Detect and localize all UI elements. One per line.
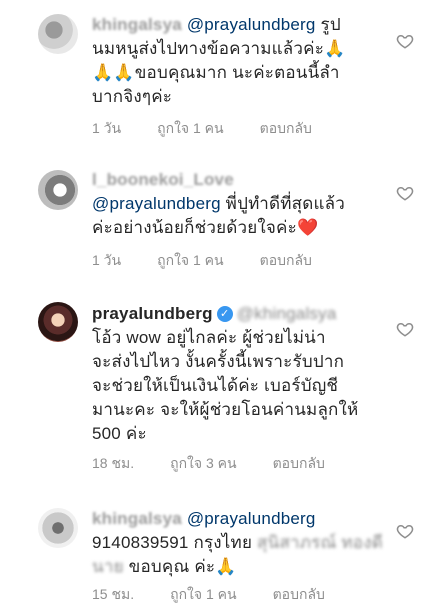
reply-button[interactable]: ตอบกลับ <box>260 118 312 140</box>
avatar[interactable] <box>38 302 78 342</box>
reply-button[interactable]: ตอบกลับ <box>273 584 325 606</box>
comment-likes[interactable]: ถูกใจ 1 คน <box>170 584 237 606</box>
comment-meta: 1 วัน ถูกใจ 1 คน ตอบกลับ <box>92 118 312 140</box>
comment-text-line: มานะคะ จะให้ผู้ช่วยโอนค่านมลูกให้ <box>92 400 359 419</box>
comment-text-line: จะช่วยให้เป็นเงินได้ค่ะ เบอร์บัญชี <box>92 376 339 395</box>
verified-badge-icon: ✓ <box>216 305 233 322</box>
comment-time: 15 ชม. <box>92 586 135 602</box>
comment-text: l_boonekoi_Love @prayalundberg พี่ปูทำดี… <box>92 168 392 240</box>
reply-button[interactable]: ตอบกลับ <box>260 250 312 272</box>
avatar[interactable] <box>38 14 78 54</box>
comment-mention[interactable]: @khingalsya <box>237 302 337 326</box>
comment-likes[interactable]: ถูกใจ 1 คน <box>157 250 224 272</box>
comment-time: 18 ชม. <box>92 455 135 471</box>
comment-text-line: ขอบคุณ ค่ะ🙏 <box>123 557 237 576</box>
comment-username[interactable]: prayalundberg <box>92 304 213 323</box>
like-heart-icon[interactable] <box>396 184 414 202</box>
comment-text-line: จะส่งไปไหว งั้นครั้งนี้เพราะรับปาก <box>92 352 345 371</box>
comment-text: prayalundberg ✓ @khingalsya โอ้ว wow อยู่ไ… <box>92 302 392 446</box>
comment-likes[interactable]: ถูกใจ 3 คน <box>170 453 237 475</box>
comment-text-line: โอ้ว wow อยู่ไกลค่ะ ผู้ช่วยไม่น่า <box>92 328 326 347</box>
comment-meta: 1 วัน ถูกใจ 1 คน ตอบกลับ <box>92 250 312 272</box>
comment-text-line: 🙏🙏ขอบคุณมาก นะค่ะตอนนี้ลำ <box>92 63 340 82</box>
reply-button[interactable]: ตอบกลับ <box>273 453 325 475</box>
comment-text-line: พี่ปูทำดีที่สุดแล้ว <box>220 194 346 213</box>
comment-meta: 18 ชม. ถูกใจ 3 คน ตอบกลับ <box>92 453 325 475</box>
comment-text-line: 9140839591 กรุงไทย <box>92 533 258 552</box>
comment-username[interactable]: khingalsya <box>92 509 182 528</box>
comment-time: 1 วัน <box>92 252 122 268</box>
comment-text-line: 500 ค่ะ <box>92 424 147 443</box>
comment-mention[interactable]: @prayalundberg <box>187 15 316 34</box>
comment-username[interactable]: l_boonekoi_Love <box>92 170 234 189</box>
like-heart-icon[interactable] <box>396 522 414 540</box>
avatar[interactable] <box>38 508 78 548</box>
comment-username[interactable]: khingalsya <box>92 15 182 34</box>
comment-text-line: นมหนูส่งไปทางข้อความแล้วค่ะ🙏 <box>92 39 346 58</box>
comment-text: khingalsya @prayalundberg รูป นมหนูส่งไป… <box>92 13 392 109</box>
comment-mention[interactable]: @prayalundberg <box>187 509 316 528</box>
comment-time: 1 วัน <box>92 120 122 136</box>
comment-text: khingalsya @prayalundberg 9140839591 กรุ… <box>92 507 392 579</box>
comment-mention[interactable]: @prayalundberg <box>92 194 221 213</box>
avatar[interactable] <box>38 170 78 210</box>
like-heart-icon[interactable] <box>396 320 414 338</box>
comment-text-line: รูป <box>315 15 341 34</box>
comment-meta: 15 ชม. ถูกใจ 1 คน ตอบกลับ <box>92 584 325 606</box>
redacted-text: นาย <box>92 557 124 576</box>
comment-text-line: ค่ะอย่างน้อยก็ช่วยด้วยใจค่ะ❤️ <box>92 218 319 237</box>
redacted-account-name: สุนิสาภรณ์ ทองดี <box>257 533 383 552</box>
like-heart-icon[interactable] <box>396 32 414 50</box>
comment-text-line: บากจิงๆค่ะ <box>92 87 173 106</box>
comment-likes[interactable]: ถูกใจ 1 คน <box>157 118 224 140</box>
